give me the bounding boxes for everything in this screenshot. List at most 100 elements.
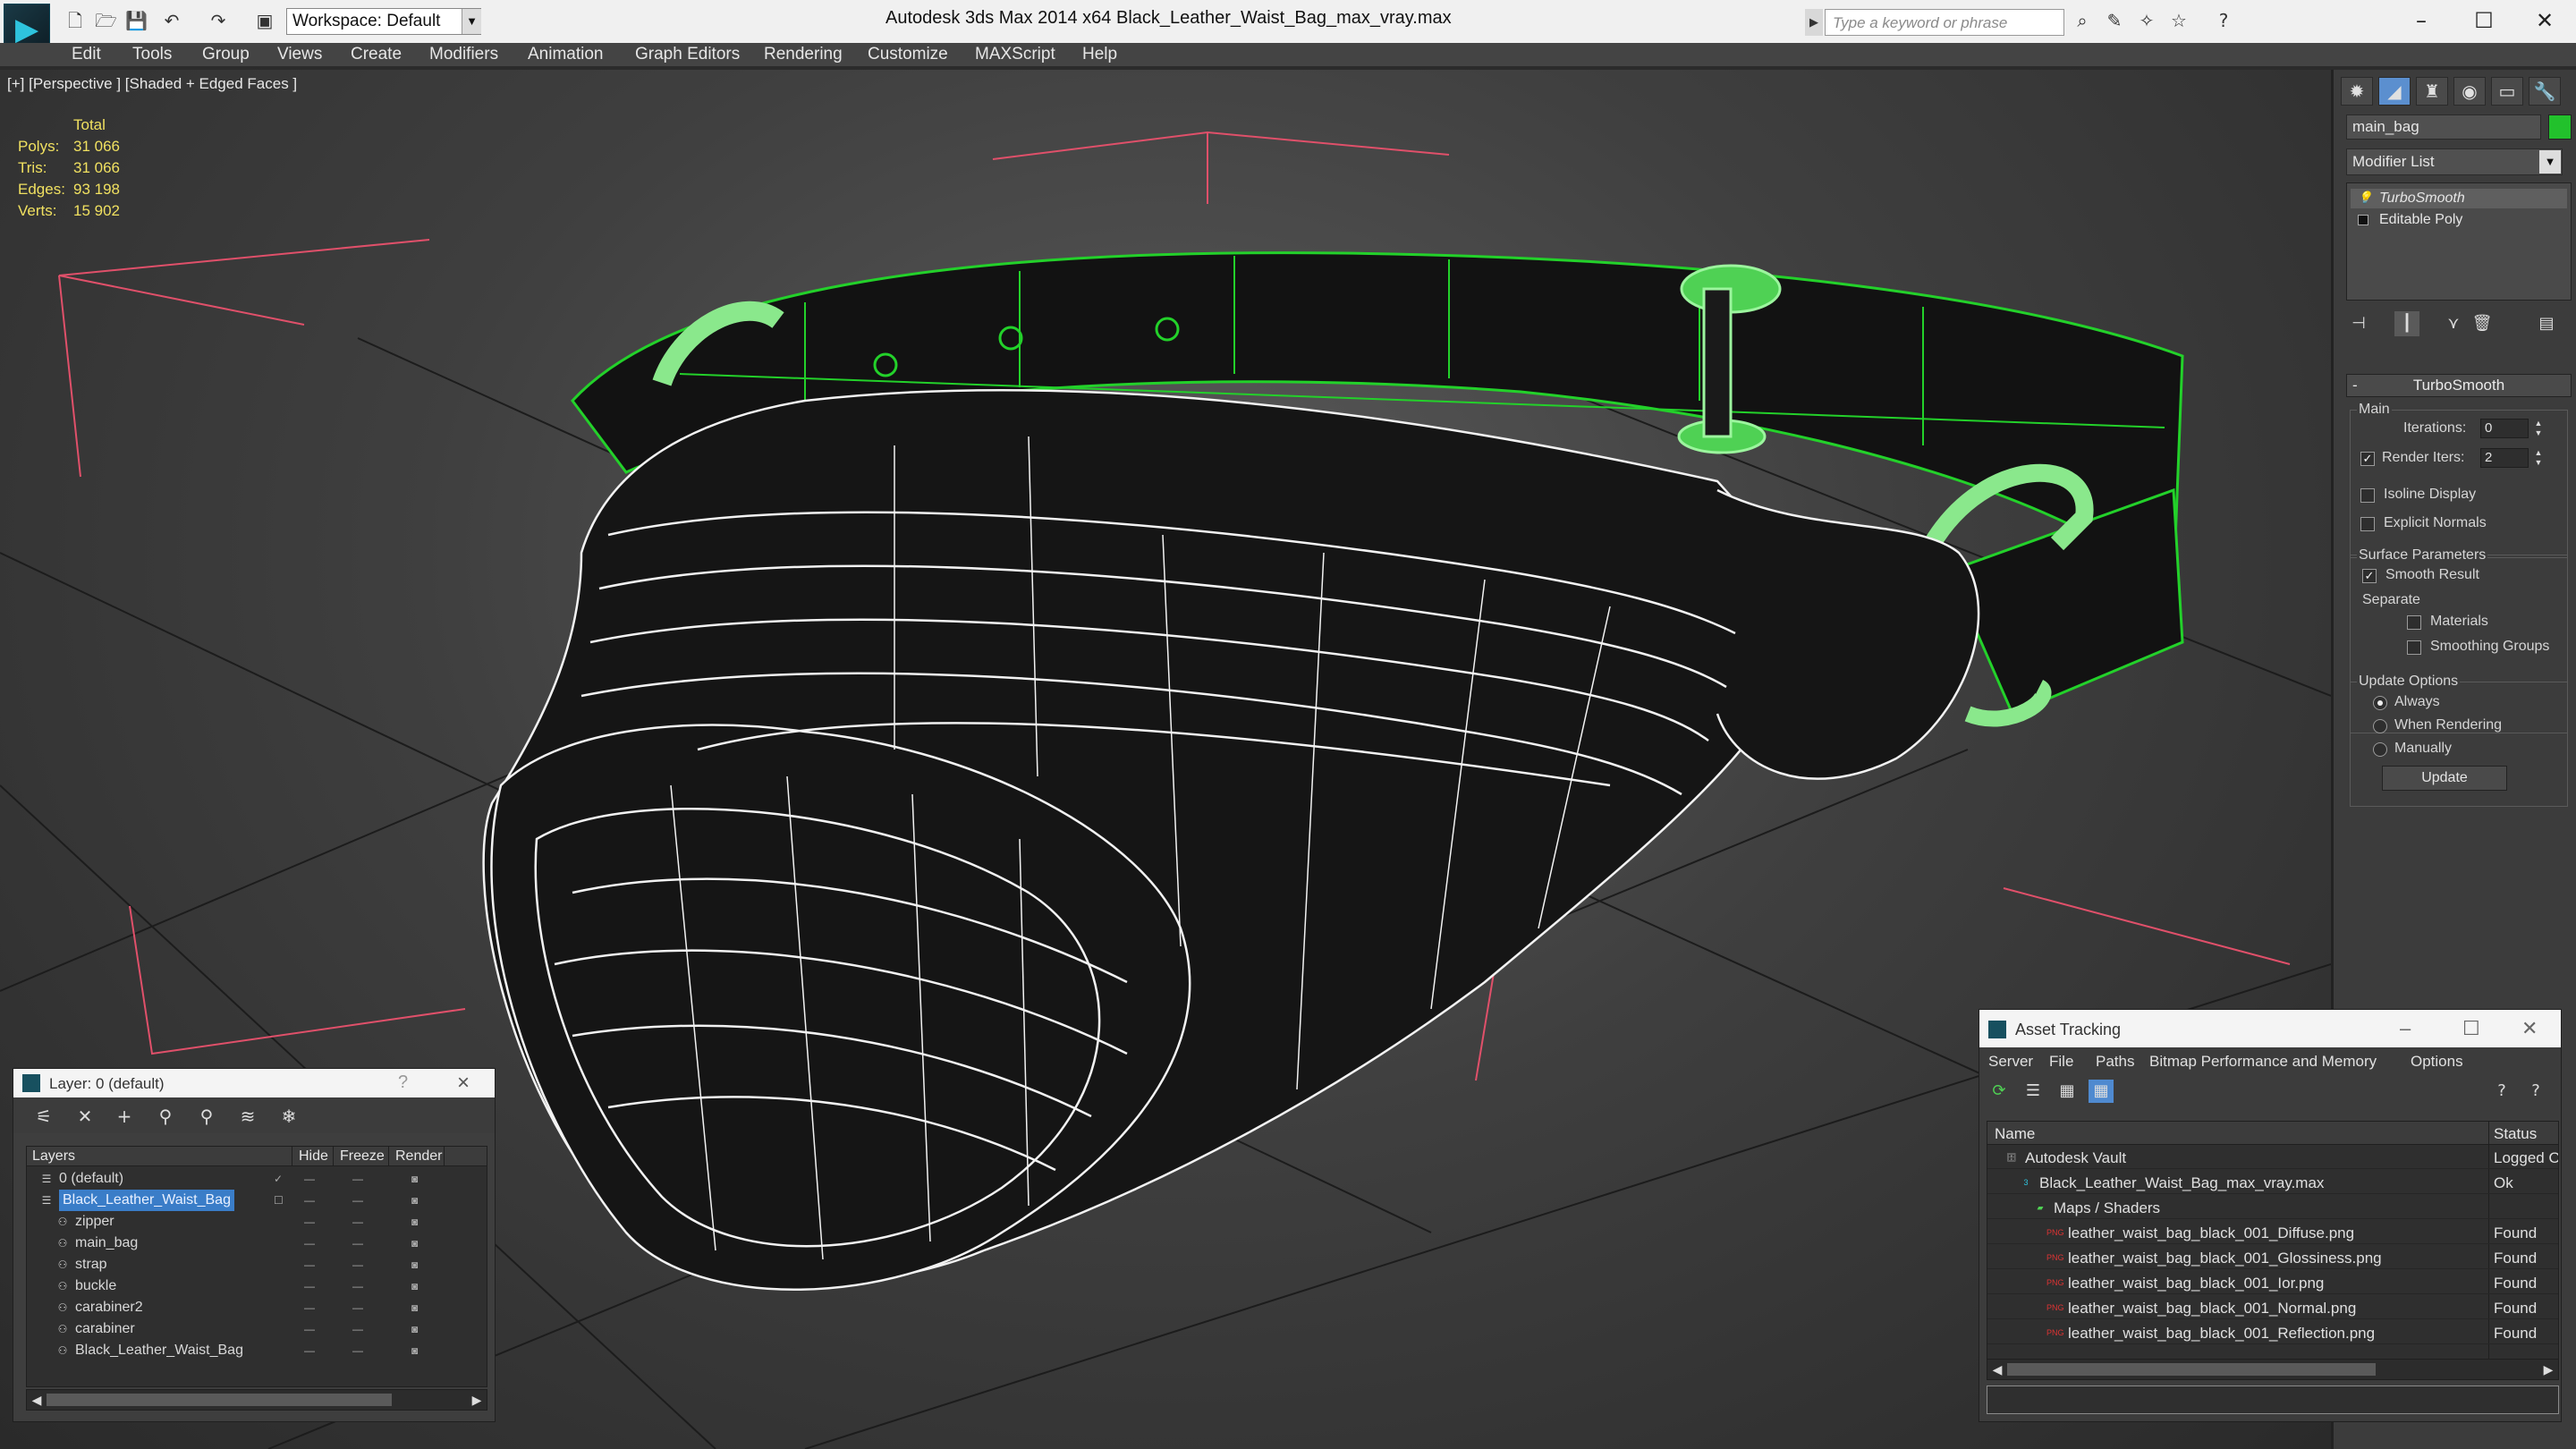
add-to-layer-icon[interactable]: + (112, 1105, 137, 1128)
menu-modifiers[interactable]: Modifiers (429, 45, 498, 64)
asset-row[interactable]: PNG leather_waist_bag_black_001_Glossines… (1987, 1247, 2558, 1269)
stack-item-editable-poly[interactable]: Editable Poly (2351, 210, 2567, 230)
isoline-display-checkbox[interactable] (2360, 488, 2375, 503)
freeze-toggle[interactable]: — (352, 1340, 364, 1361)
asset-row[interactable]: ▰ Maps / Shaders (1987, 1197, 2558, 1219)
menu-tools[interactable]: Tools (132, 45, 172, 64)
menu-maxscript[interactable]: MAXScript (975, 45, 1055, 64)
remove-modifier-icon[interactable]: 🗑 (2470, 311, 2495, 336)
object-name-field[interactable]: main_bag (2346, 114, 2541, 140)
smooth-result-checkbox[interactable]: ✓ (2362, 569, 2377, 583)
update-button[interactable]: Update (2382, 766, 2507, 791)
new-layer-icon[interactable]: ⚟ (31, 1105, 56, 1128)
asset-row[interactable]: 🗄 Autodesk Vault Logged O (1987, 1147, 2558, 1169)
asset-menu-options[interactable]: Options (2411, 1053, 2463, 1071)
close-icon[interactable]: × (457, 1071, 470, 1096)
iterations-spinner[interactable]: 0 (2480, 419, 2529, 438)
subscription-icon[interactable]: ✎ (2104, 11, 2125, 30)
close-button[interactable]: ✕ (2513, 4, 2576, 38)
modifier-list-dropdown[interactable]: Modifier List (2346, 148, 2563, 175)
asset-row[interactable]: PNG leather_waist_bag_black_001_Reflectio… (1987, 1322, 2558, 1344)
close-icon[interactable]: ✕ (2521, 1017, 2538, 1040)
expand-toggle-icon[interactable] (2358, 215, 2368, 225)
hierarchy-tab-icon[interactable]: ♜ (2416, 77, 2448, 106)
highlight-layer-icon[interactable]: ⚲ (194, 1105, 219, 1128)
asset-row[interactable]: PNG leather_waist_bag_black_001_Normal.pn… (1987, 1297, 2558, 1319)
scrollbar-thumb[interactable] (47, 1394, 392, 1406)
render-teapot-icon[interactable]: ◙ (411, 1318, 419, 1340)
layer-row[interactable]: ☰ Black_Leather_Waist_Bag — — ◙ ☐ (27, 1190, 487, 1211)
layer-window-titlebar[interactable]: Layer: 0 (default) ? × (13, 1069, 495, 1097)
layer-horizontal-scrollbar[interactable]: ◀ ▶ (26, 1389, 487, 1411)
undo-icon[interactable]: ↶ (161, 11, 182, 30)
menu-help[interactable]: Help (1082, 45, 1117, 64)
object-color-swatch[interactable] (2548, 114, 2572, 140)
hide-toggle[interactable]: — (304, 1168, 316, 1190)
materials-checkbox[interactable] (2407, 615, 2421, 630)
freeze-toggle[interactable]: — (352, 1190, 364, 1211)
render-teapot-icon[interactable]: ◙ (411, 1211, 419, 1233)
asset-row[interactable]: PNG leather_waist_bag_black_001_Ior.png Fo… (1987, 1272, 2558, 1294)
layer-row[interactable]: ☰ 0 (default) — — ◙ ✓ (27, 1168, 487, 1190)
layer-row[interactable]: ⚇ buckle — — ◙ (27, 1275, 487, 1297)
scroll-left-icon[interactable]: ◀ (29, 1392, 45, 1408)
turbosmooth-rollout-header[interactable]: - TurboSmooth (2346, 374, 2572, 397)
communication-icon[interactable]: ✧ (2136, 11, 2157, 30)
layer-row[interactable]: ⚇ main_bag — — ◙ (27, 1233, 487, 1254)
hide-toggle[interactable]: — (304, 1340, 316, 1361)
scroll-left-icon[interactable]: ◀ (1989, 1361, 2005, 1377)
menu-graph-editors[interactable]: Graph Editors (635, 45, 740, 64)
grid-view-icon[interactable]: ▦ (2089, 1080, 2114, 1103)
freeze-all-layers-icon[interactable]: ❄ (276, 1105, 301, 1128)
scrollbar-thumb[interactable] (2007, 1363, 2376, 1376)
render-iters-checkbox[interactable]: ✓ (2360, 452, 2375, 466)
freeze-toggle[interactable]: — (352, 1297, 364, 1318)
help-icon[interactable]: ? (2489, 1080, 2514, 1103)
layer-row[interactable]: ⚇ carabiner — — ◙ (27, 1318, 487, 1340)
chevron-down-icon[interactable]: ▼ (462, 9, 481, 34)
motion-tab-icon[interactable]: ◉ (2453, 77, 2486, 106)
favorites-star-icon[interactable]: ☆ (2168, 11, 2190, 30)
chevron-right-icon[interactable]: ▶ (1805, 9, 1823, 36)
search-input[interactable]: Type a keyword or phrase (1825, 9, 2064, 36)
lightbulb-icon[interactable]: 💡 (2358, 191, 2372, 205)
hide-toggle[interactable]: — (304, 1190, 316, 1211)
column-hide[interactable]: Hide (299, 1148, 328, 1165)
scroll-right-icon[interactable]: ▶ (469, 1392, 485, 1408)
freeze-toggle[interactable]: — (352, 1168, 364, 1190)
open-file-icon[interactable]: 🗁 (95, 11, 117, 30)
menu-views[interactable]: Views (277, 45, 322, 64)
freeze-toggle[interactable]: — (352, 1318, 364, 1340)
help-icon[interactable]: ? (398, 1072, 408, 1093)
render-teapot-icon[interactable]: ◙ (411, 1275, 419, 1297)
configure-sets-icon[interactable]: ▤ (2534, 311, 2559, 336)
table-view-icon[interactable]: ▦ (2055, 1080, 2080, 1103)
help-icon[interactable]: ? (2213, 11, 2234, 30)
render-teapot-icon[interactable]: ◙ (411, 1297, 419, 1318)
stack-item-turbosmooth[interactable]: 💡 TurboSmooth (2351, 189, 2567, 208)
hide-toggle[interactable]: — (304, 1318, 316, 1340)
minimize-button[interactable]: – (2390, 4, 2453, 38)
refresh-icon[interactable]: ⟳ (1987, 1080, 2012, 1103)
render-teapot-icon[interactable]: ◙ (411, 1340, 419, 1361)
hide-toggle[interactable]: — (304, 1297, 316, 1318)
binoculars-icon[interactable]: ⌕ (2072, 11, 2093, 30)
viewport-label[interactable]: [+] [Perspective ] [Shaded + Edged Faces… (7, 75, 297, 93)
explicit-normals-checkbox[interactable] (2360, 517, 2375, 531)
layer-row[interactable]: ⚇ carabiner2 — — ◙ (27, 1297, 487, 1318)
display-tab-icon[interactable]: ▭ (2491, 77, 2523, 106)
project-folder-icon[interactable]: ▣ (254, 11, 275, 30)
maximize-icon[interactable]: ☐ (2462, 1017, 2480, 1040)
render-teapot-icon[interactable]: ◙ (411, 1233, 419, 1254)
delete-layer-icon[interactable]: ✕ (72, 1105, 97, 1128)
freeze-toggle[interactable]: — (352, 1254, 364, 1275)
column-freeze[interactable]: Freeze (340, 1148, 385, 1165)
hide-toggle[interactable]: — (304, 1275, 316, 1297)
show-end-result-icon[interactable]: ┃ (2394, 311, 2419, 336)
update-manually-radio[interactable] (2373, 742, 2387, 757)
freeze-toggle[interactable]: — (352, 1275, 364, 1297)
column-name[interactable]: Name (1995, 1125, 2035, 1143)
menu-create[interactable]: Create (351, 45, 402, 64)
update-when-rendering-radio[interactable] (2373, 719, 2387, 733)
hide-toggle[interactable]: — (304, 1254, 316, 1275)
